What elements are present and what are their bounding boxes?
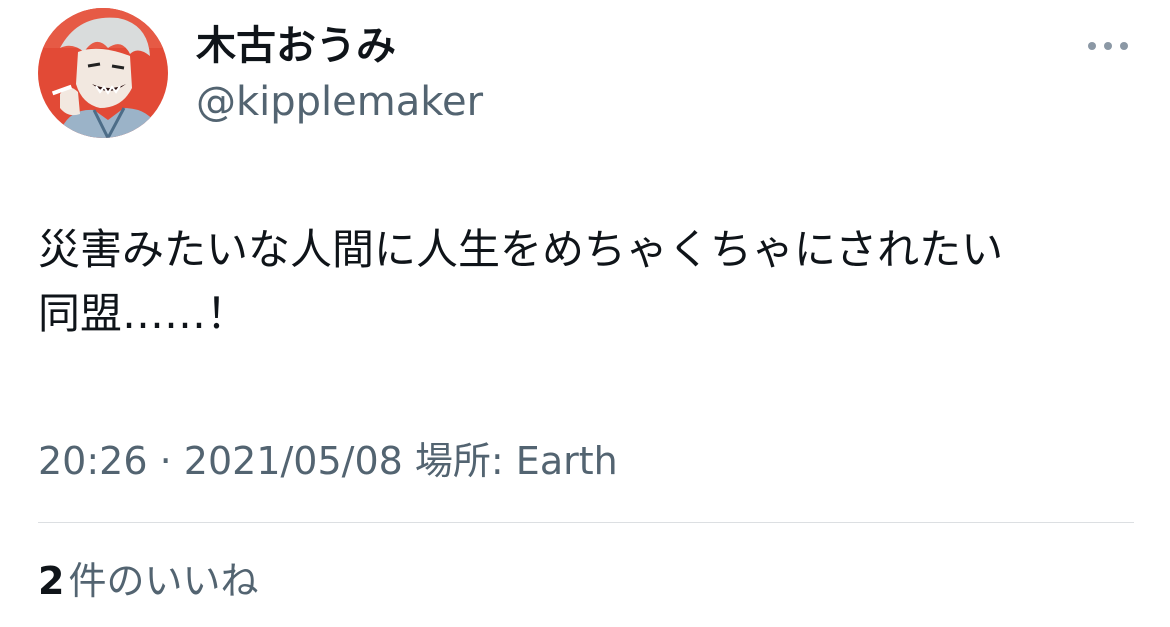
tweet-text: 災害みたいな人間に人生をめちゃくちゃにされたい 同盟……！ xyxy=(38,218,1138,346)
avatar-illustration-icon xyxy=(38,8,168,138)
tweet-card: 木古おうみ @kipplemaker 災害みたいな人間に人生をめちゃくちゃにされ… xyxy=(0,0,1170,627)
user-handle[interactable]: @kipplemaker xyxy=(196,76,483,128)
tweet-meta: 20:26 · 2021/05/08 場所: Earth xyxy=(38,436,618,486)
likes-label: 件のいいね xyxy=(68,559,259,603)
more-options-button[interactable] xyxy=(1080,30,1136,62)
display-name[interactable]: 木古おうみ xyxy=(196,20,396,72)
meta-separator: · xyxy=(159,439,172,483)
divider xyxy=(38,522,1134,523)
tweet-text-line: 災害みたいな人間に人生をめちゃくちゃにされたい xyxy=(38,225,1004,274)
tweet-date[interactable]: 2021/05/08 xyxy=(184,439,403,483)
more-options-icon xyxy=(1088,42,1128,50)
likes-link[interactable]: 2 件のいいね xyxy=(38,556,258,606)
tweet-text-line: 同盟……！ xyxy=(38,289,249,338)
likes-count: 2 xyxy=(38,559,65,603)
avatar[interactable] xyxy=(38,8,168,138)
tweet-location: 場所: Earth xyxy=(414,439,618,483)
tweet-time[interactable]: 20:26 xyxy=(38,439,148,483)
